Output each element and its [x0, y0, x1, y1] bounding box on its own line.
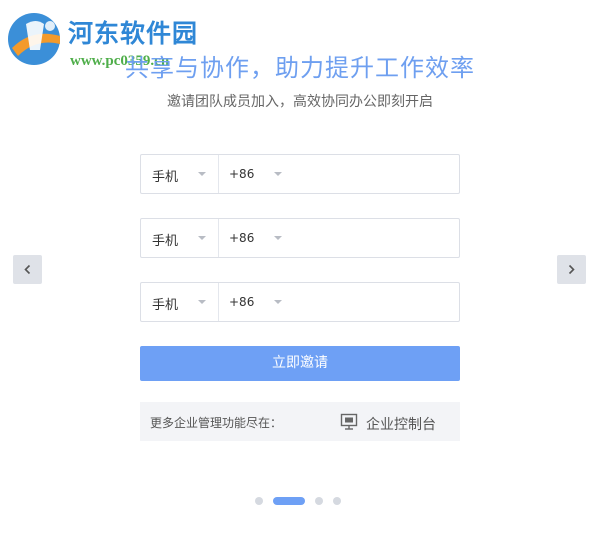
- country-code-select[interactable]: +86: [219, 283, 299, 321]
- caret-down-icon: [198, 172, 206, 176]
- invite-now-button[interactable]: 立即邀请: [140, 346, 460, 381]
- phone-number-input[interactable]: [301, 155, 457, 193]
- country-code-value: +86: [229, 167, 255, 181]
- invite-row: 手机 +86: [140, 154, 460, 194]
- chevron-left-icon: [24, 264, 31, 275]
- invite-row: 手机 +86: [140, 282, 460, 322]
- carousel-dot[interactable]: [333, 497, 341, 505]
- carousel-pagination: [255, 497, 355, 507]
- watermark-title: 河东软件园: [68, 19, 199, 48]
- caret-down-icon: [274, 300, 282, 304]
- contact-type-select[interactable]: 手机: [141, 155, 219, 193]
- carousel-dot-active[interactable]: [273, 497, 305, 505]
- enterprise-info-box: 更多企业管理功能尽在： 企业控制台: [140, 402, 460, 441]
- caret-down-icon: [274, 236, 282, 240]
- contact-type-select[interactable]: 手机: [141, 219, 219, 257]
- info-text: 更多企业管理功能尽在：: [150, 416, 283, 430]
- caret-down-icon: [198, 300, 206, 304]
- chevron-right-icon: [568, 264, 575, 275]
- monitor-icon: [340, 413, 358, 430]
- country-code-select[interactable]: +86: [219, 219, 299, 257]
- page-title: 共享与协作，助力提升工作效率: [125, 54, 475, 82]
- next-slide-button[interactable]: [557, 255, 586, 284]
- country-code-select[interactable]: +86: [219, 155, 299, 193]
- country-code-value: +86: [229, 231, 255, 245]
- carousel-dot[interactable]: [255, 497, 263, 505]
- carousel-dot[interactable]: [315, 497, 323, 505]
- page-subtitle: 邀请团队成员加入，高效协同办公即刻开启: [167, 94, 433, 110]
- contact-type-value: 手机: [152, 298, 179, 313]
- country-code-value: +86: [229, 295, 255, 309]
- phone-number-input[interactable]: [301, 219, 457, 257]
- caret-down-icon: [198, 236, 206, 240]
- invite-row: 手机 +86: [140, 218, 460, 258]
- contact-type-value: 手机: [152, 234, 179, 249]
- contact-type-value: 手机: [152, 170, 179, 185]
- contact-type-select[interactable]: 手机: [141, 283, 219, 321]
- caret-down-icon: [274, 172, 282, 176]
- enterprise-console-label: 企业控制台: [366, 417, 436, 433]
- phone-number-input[interactable]: [301, 283, 457, 321]
- previous-slide-button[interactable]: [13, 255, 42, 284]
